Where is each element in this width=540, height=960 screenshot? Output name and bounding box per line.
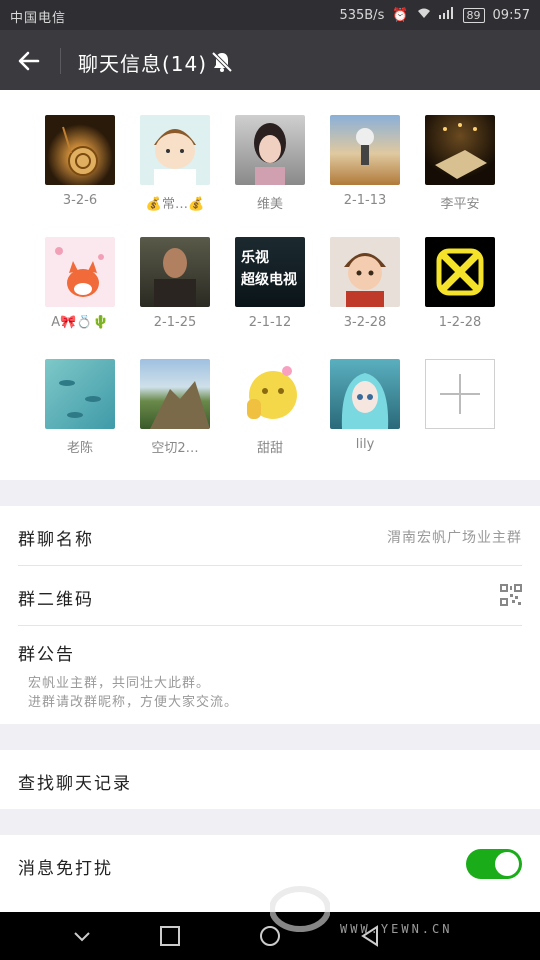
group-name-label: 群聊名称 [18,530,94,550]
member-item[interactable]: 维美 [230,115,310,212]
avatar: 乐视 超级电视 [235,237,305,307]
member-item[interactable]: 1-2-28 [420,237,500,330]
avatar [330,359,400,429]
clock: 09:57 [492,7,530,23]
member-item[interactable]: A🎀💍🌵 [40,237,120,330]
avatar [45,237,115,307]
member-item[interactable]: 3-2-28 [325,237,405,330]
member-item[interactable]: 空切2… [135,359,215,456]
dnd-toggle[interactable] [466,849,522,879]
member-name: 老陈 [66,441,93,456]
avatar-badge-text: 超级电视 [241,272,297,288]
member-item[interactable]: 乐视 超级电视 2-1-12 [230,237,310,330]
avatar [425,237,495,307]
notice-line: 宏帆业主群，共同壮大此群。 [28,676,211,691]
title-bar: 聊天信息(14) [0,30,540,90]
member-item[interactable]: 李平安 [420,115,500,212]
avatar [425,115,495,185]
member-item[interactable]: 3-2-6 [40,115,120,208]
member-item[interactable]: 甜甜 [230,359,310,456]
group-notice-label: 群公告 [18,645,75,665]
search-history-section: 查找聊天记录 [0,750,540,809]
add-member-button[interactable] [425,359,495,429]
back-arrow-icon[interactable] [14,46,44,76]
member-name: 空切2… [151,441,199,456]
nav-hide-icon[interactable] [70,924,94,948]
member-name: 3-2-28 [343,315,387,330]
avatar [235,115,305,185]
member-name: 李平安 [440,197,480,212]
avatar [45,359,115,429]
avatar [140,237,210,307]
group-qr-label: 群二维码 [18,590,94,610]
avatar [45,115,115,185]
member-name: 2-1-12 [248,315,292,330]
member-item[interactable]: 2-1-13 [325,115,405,208]
signal-icon [438,7,455,23]
watermark-text: WWW.YEWN.CN [340,922,453,936]
group-name-value: 渭南宏帆广场业主群 [387,530,522,546]
dnd-label: 消息免打扰 [18,859,113,879]
network-speed: 535B/s [339,7,385,23]
member-name: 2-1-13 [343,193,387,208]
carrier-label: 中国电信 [10,11,67,26]
notice-line: 进群请改群昵称，方便大家交流。 [28,695,239,710]
member-item[interactable]: lily [325,359,405,452]
member-name: A🎀💍🌵 [51,315,109,330]
group-notice-text: 宏帆业主群，共同壮大此群。 进群请改群昵称，方便大家交流。 [28,674,238,712]
member-name: 💰常…💰 [145,197,205,212]
member-item[interactable]: 2-1-25 [135,237,215,330]
wifi-icon [417,7,431,23]
avatar [140,359,210,429]
member-name: 2-1-25 [153,315,197,330]
page-title: 聊天信息(14) [78,52,208,76]
group-settings-section: 群聊名称 渭南宏帆广场业主群 群二维码 群公告 宏帆业主群，共同壮大此群。 进群… [0,506,540,724]
toggle-knob [495,852,519,876]
member-name: 3-2-6 [62,193,98,208]
member-name: 1-2-28 [438,315,482,330]
watermark-logo: WWW.YEWN.CN [270,880,540,940]
qr-code-icon [500,584,522,606]
battery-icon: 89 [462,7,485,23]
status-bar: 中国电信 535B/s ⏰ 89 09:57 [0,0,540,30]
group-notice-row[interactable]: 群公告 宏帆业主群，共同壮大此群。 进群请改群昵称，方便大家交流。 [18,626,522,724]
avatar [235,359,305,429]
group-name-row[interactable]: 群聊名称 渭南宏帆广场业主群 [18,506,522,566]
avatar [330,237,400,307]
avatar [330,115,400,185]
nav-recents-icon[interactable] [158,924,182,948]
search-history-label: 查找聊天记录 [18,774,132,794]
alarm-icon: ⏰ [392,7,409,23]
group-qr-row[interactable]: 群二维码 [18,566,522,626]
member-item[interactable]: 💰常…💰 [135,115,215,212]
member-item[interactable]: 老陈 [40,359,120,456]
member-grid: 3-2-6 💰常…💰 维美 2-1-13 李平安 A🎀💍🌵 2-1-25 乐视 … [0,90,540,480]
member-name: 甜甜 [256,441,283,456]
mute-bell-icon [210,50,234,74]
add-member-item[interactable] [420,359,500,429]
title-divider [60,48,61,74]
avatar-badge-text: 乐视 [241,250,269,266]
member-name: lily [355,437,375,452]
member-name: 维美 [256,197,283,212]
avatar [140,115,210,185]
search-history-row[interactable]: 查找聊天记录 [18,750,522,810]
